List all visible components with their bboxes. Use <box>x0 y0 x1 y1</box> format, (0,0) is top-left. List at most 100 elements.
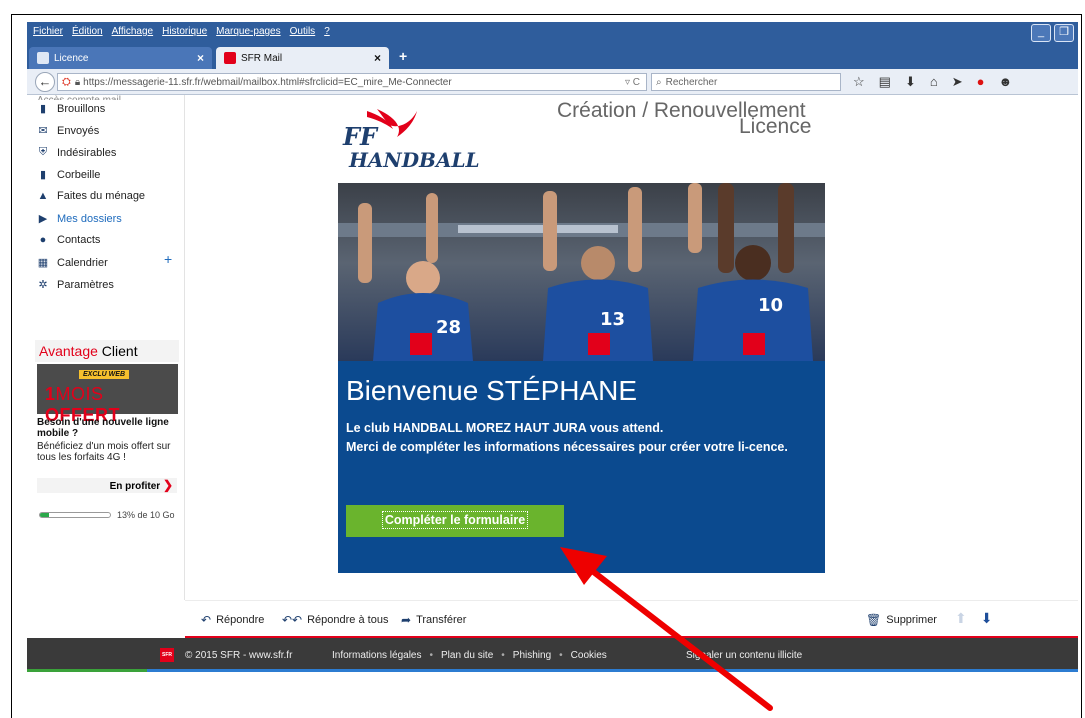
quota-fill <box>40 513 50 517</box>
licence-favicon-icon <box>37 52 49 64</box>
adblock-icon[interactable]: ● <box>977 74 985 90</box>
tab-licence[interactable]: Licence × <box>29 47 212 69</box>
ad-banner[interactable]: EXCLU WEB 1MOIS OFFERT <box>37 364 178 425</box>
search-input[interactable]: ⌕ Rechercher <box>651 73 841 91</box>
broom-icon: ▲ <box>37 190 49 202</box>
reading-list-icon[interactable]: ▤ <box>879 74 891 90</box>
footer-link[interactable]: Informations légales <box>332 650 422 661</box>
svg-text:10: 10 <box>758 295 783 316</box>
sidebar-item-mes-dossiers[interactable]: ▶ Mes dossiers <box>37 212 122 226</box>
ad-header-red: Avantage <box>39 343 98 359</box>
lock-icon: 🔒︎ <box>74 76 81 88</box>
email-body: FF HANDBALL Création / Renouvellement Li… <box>185 95 1078 600</box>
footer-link[interactable]: Plan du site <box>441 650 493 661</box>
close-tab-icon[interactable]: × <box>374 51 381 65</box>
sent-icon: ✉ <box>38 125 48 137</box>
ad-cta-link[interactable]: En profiter ❯ <box>37 478 177 493</box>
tab-bar: Licence × SFR Mail × + <box>27 44 1078 69</box>
logo-handball-text: HANDBALL <box>348 148 480 171</box>
folder-toggle-icon: ▶ <box>38 213 48 225</box>
complete-form-button[interactable]: Compléter le formulaire <box>346 505 564 537</box>
notification-icon[interactable]: ⛭ <box>62 76 71 89</box>
home-icon[interactable]: ⌂ <box>930 74 938 90</box>
browser-window: Fichier Édition Affichage Historique Marque-… <box>27 22 1078 672</box>
send-icon[interactable]: ➤ <box>952 74 963 90</box>
footer-links: Informations légales • Plan du site • Phishi… <box>332 650 607 661</box>
spam-shield-icon: ⛨ <box>38 146 48 158</box>
mail-sidebar: Accès compte mail ▮ Brouillons ✉ Envoyés ⛨ In… <box>27 95 185 600</box>
separator-dot: • <box>501 650 505 661</box>
sidebar-item-faites-du-m-nage[interactable]: ▲ Faites du ménage <box>37 190 146 202</box>
sidebar-item-ind-sirables[interactable]: ⛨ Indésirables <box>37 146 116 159</box>
sidebar-item-corbeille[interactable]: ▮ Corbeille <box>37 168 101 182</box>
next-message-arrow-icon[interactable]: ⬇ <box>981 610 993 627</box>
delete-label: Supprimer <box>886 614 937 626</box>
storage-quota: 13% de 10 Go <box>39 510 175 520</box>
url-text: https://messagerie-11.sfr.fr/webmail/mai… <box>83 76 452 88</box>
sidebar-item-param-tres[interactable]: ✲ Paramètres <box>37 278 113 292</box>
new-tab-button[interactable]: + <box>399 48 407 64</box>
trash-icon: ▮ <box>39 169 47 181</box>
close-tab-icon[interactable]: × <box>197 51 204 65</box>
add-folder-icon[interactable]: + <box>164 251 172 267</box>
ad-description: Bénéficiez d'un mois offert sur tous les… <box>37 441 171 463</box>
reply-label: Répondre <box>216 614 265 626</box>
bookmark-star-icon[interactable]: ☆ <box>853 74 865 90</box>
reload-icon[interactable]: ▿ C <box>625 77 640 88</box>
tab-sfr-mail[interactable]: SFR Mail × <box>216 47 389 69</box>
ad-offer-month: MOIS <box>55 384 104 404</box>
menu-item[interactable]: Historique <box>162 26 207 37</box>
sidebar-item-label: Calendrier <box>57 256 108 269</box>
sidebar-item-label: Indésirables <box>57 146 117 159</box>
footer-strip <box>27 669 1078 672</box>
menu-item[interactable]: Édition <box>72 26 103 37</box>
sidebar-item-contacts[interactable]: ● Contacts <box>37 234 101 246</box>
reply-all-label: Répondre à tous <box>307 614 389 626</box>
delete-button[interactable]: 🗑︎ Supprimer <box>866 613 937 627</box>
forward-label: Transférer <box>416 614 467 626</box>
trash-icon: 🗑︎ <box>866 613 882 627</box>
forward-button[interactable]: ➦ Transférer <box>401 613 466 627</box>
chat-icon[interactable]: ☻ <box>998 74 1012 90</box>
email-header-subtitle: Licence <box>739 115 812 138</box>
quota-label: 13% de 10 Go <box>117 510 175 520</box>
ad-offer-number: 1 <box>45 384 56 404</box>
back-button[interactable]: ← <box>35 72 55 92</box>
sidebar-item-calendrier[interactable]: ▦ Calendrier <box>37 256 108 270</box>
footer-link[interactable]: Cookies <box>571 650 607 661</box>
download-icon[interactable]: ⬇ <box>905 74 916 90</box>
toolbar-icons: ☆ ▤ ⬇ ⌂ ➤ ● ☻ <box>853 74 1012 90</box>
sfr-logo: SFR <box>160 648 174 662</box>
svg-text:13: 13 <box>600 309 625 330</box>
sidebar-item-label: Faites du ménage <box>57 190 146 202</box>
site-footer: SFR © 2015 SFR - www.sfr.fr Informations… <box>27 638 1078 672</box>
reply-all-button[interactable]: ↶↶ Répondre à tous <box>282 613 388 627</box>
navigation-bar: ← ⛭ 🔒︎ https://messagerie-11.sfr.fr/webm… <box>27 69 1078 95</box>
previous-message-arrow-icon[interactable]: ⬆ <box>955 610 967 627</box>
search-placeholder: Rechercher <box>665 76 718 88</box>
menu-item[interactable]: Affichage <box>112 26 154 37</box>
copyright-text: © 2015 SFR - www.sfr.fr <box>185 650 293 661</box>
welcome-heading: Bienvenue STÉPHANE <box>346 375 638 406</box>
menu-item[interactable]: Marque-pages <box>216 26 280 37</box>
club-message: Le club HANDBALL MOREZ HAUT JURA vous at… <box>346 421 664 435</box>
svg-text:28: 28 <box>436 317 461 338</box>
ad-cta-label: En profiter <box>109 481 161 492</box>
url-bar[interactable]: ⛭ 🔒︎ https://messagerie-11.sfr.fr/webmai… <box>57 73 647 91</box>
message-action-bar: ↶ Répondre ↶↶ Répondre à tous ➦ Transfér… <box>185 600 1078 638</box>
report-content-link[interactable]: Signaler un contenu illicite <box>686 650 802 661</box>
sidebar-item-brouillons[interactable]: ▮ Brouillons <box>37 102 105 116</box>
restore-button[interactable]: ❐ <box>1054 24 1074 42</box>
ad-title: Besoin d'une nouvelle ligne mobile ? <box>37 417 169 439</box>
ff-handball-logo: FF HANDBALL <box>342 109 480 171</box>
menu-item[interactable]: Fichier <box>33 26 63 37</box>
menu-item[interactable]: Outils <box>290 26 316 37</box>
minimize-button[interactable]: _ <box>1031 24 1051 42</box>
footer-link[interactable]: Phishing <box>513 650 551 661</box>
sidebar-item-envoy-s[interactable]: ✉ Envoyés <box>37 124 99 138</box>
forward-icon: ➦ <box>401 613 412 627</box>
reply-button[interactable]: ↶ Répondre <box>201 613 264 627</box>
ad-header-black: Client <box>101 343 138 359</box>
menu-item[interactable]: ? <box>324 26 330 37</box>
sidebar-item-label: Corbeille <box>57 168 101 181</box>
